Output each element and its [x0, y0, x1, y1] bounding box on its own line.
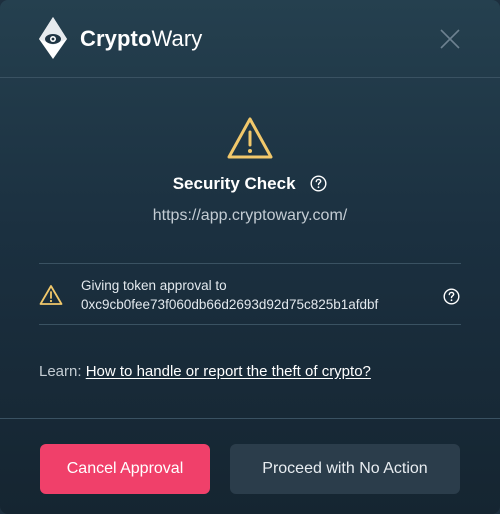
approval-alert: Giving token approval to 0xc9cb0fee73f06… [39, 263, 461, 325]
question-circle-icon[interactable] [310, 175, 327, 192]
page-title: Security Check [172, 174, 296, 193]
close-icon[interactable] [438, 27, 462, 51]
eye-diamond-icon [39, 17, 67, 59]
learn-row: Learn: How to handle or report the theft… [39, 363, 371, 380]
alert-text: Giving token approval to 0xc9cb0fee73f06… [81, 276, 378, 314]
warning-triangle-icon [39, 285, 63, 305]
security-check-title-row: Security Check [0, 174, 500, 194]
warning-triangle-icon [227, 117, 273, 159]
cancel-approval-button[interactable]: Cancel Approval [40, 444, 210, 494]
brand-regular: Wary [151, 26, 203, 51]
question-circle-icon[interactable] [443, 288, 460, 305]
security-popup: CryptoWary Security Check https://app.cr… [0, 0, 500, 514]
alert-line-1: Giving token approval to [81, 278, 227, 293]
site-url: https://app.cryptowary.com/ [152, 207, 348, 224]
header: CryptoWary [0, 0, 500, 78]
brand-name: CryptoWary [80, 26, 202, 52]
theft-help-link[interactable]: How to handle or report the theft of cry… [86, 363, 371, 380]
proceed-button[interactable]: Proceed with No Action [230, 444, 460, 494]
token-address: 0xc9cb0fee73f060db66d2693d92d75c825b1afd… [81, 297, 379, 312]
brand-bold: Crypto [80, 26, 152, 51]
learn-prefix: Learn: [39, 363, 82, 380]
footer: Cancel Approval Proceed with No Action [0, 418, 500, 514]
